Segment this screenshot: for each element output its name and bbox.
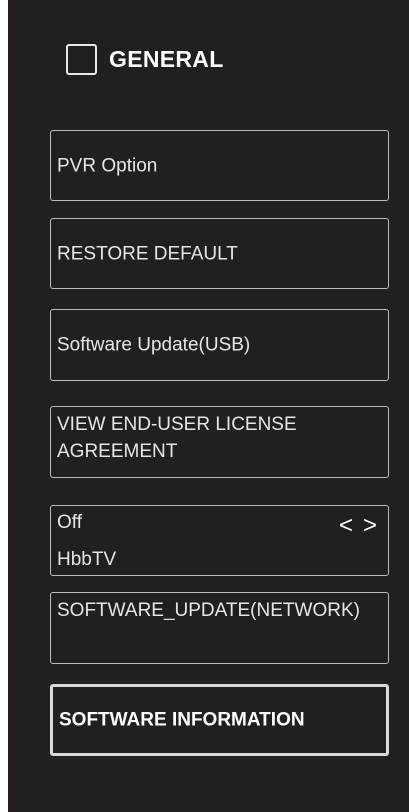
software-update-network-item[interactable]: SOFTWARE_UPDATE(NETWORK) — [50, 592, 389, 664]
pvr-option-item[interactable]: PVR Option — [50, 130, 389, 201]
checkbox-square-icon — [66, 43, 97, 75]
restore-default-label: RESTORE DEFAULT — [57, 243, 238, 264]
restore-default-item[interactable]: RESTORE DEFAULT — [50, 218, 389, 289]
arrow-right-icon[interactable]: > — [363, 512, 377, 540]
hbbtv-label: HbbTV — [57, 549, 117, 570]
software-information-label: SOFTWARE INFORMATION — [59, 709, 305, 731]
section-header: GENERAL — [66, 42, 224, 76]
hbbtv-value: Off — [57, 512, 82, 533]
hbbtv-arrows: < > — [339, 512, 377, 540]
pvr-option-label: PVR Option — [57, 155, 158, 176]
hbbtv-option-item[interactable]: Off < > HbbTV — [50, 505, 389, 576]
view-eula-item[interactable]: VIEW END-USER LICENSE AGREEMENT — [50, 406, 389, 478]
section-title: GENERAL — [109, 45, 224, 72]
arrow-left-icon[interactable]: < — [339, 512, 353, 540]
software-update-usb-label: Software Update(USB) — [57, 334, 251, 356]
software-information-item[interactable]: SOFTWARE INFORMATION — [50, 684, 389, 756]
software-update-network-label: SOFTWARE_UPDATE(NETWORK) — [57, 600, 360, 621]
settings-panel: GENERAL PVR Option RESTORE DEFAULT Softw… — [8, 0, 409, 812]
software-update-usb-item[interactable]: Software Update(USB) — [50, 309, 389, 381]
view-eula-label: VIEW END-USER LICENSE AGREEMENT — [57, 414, 297, 462]
